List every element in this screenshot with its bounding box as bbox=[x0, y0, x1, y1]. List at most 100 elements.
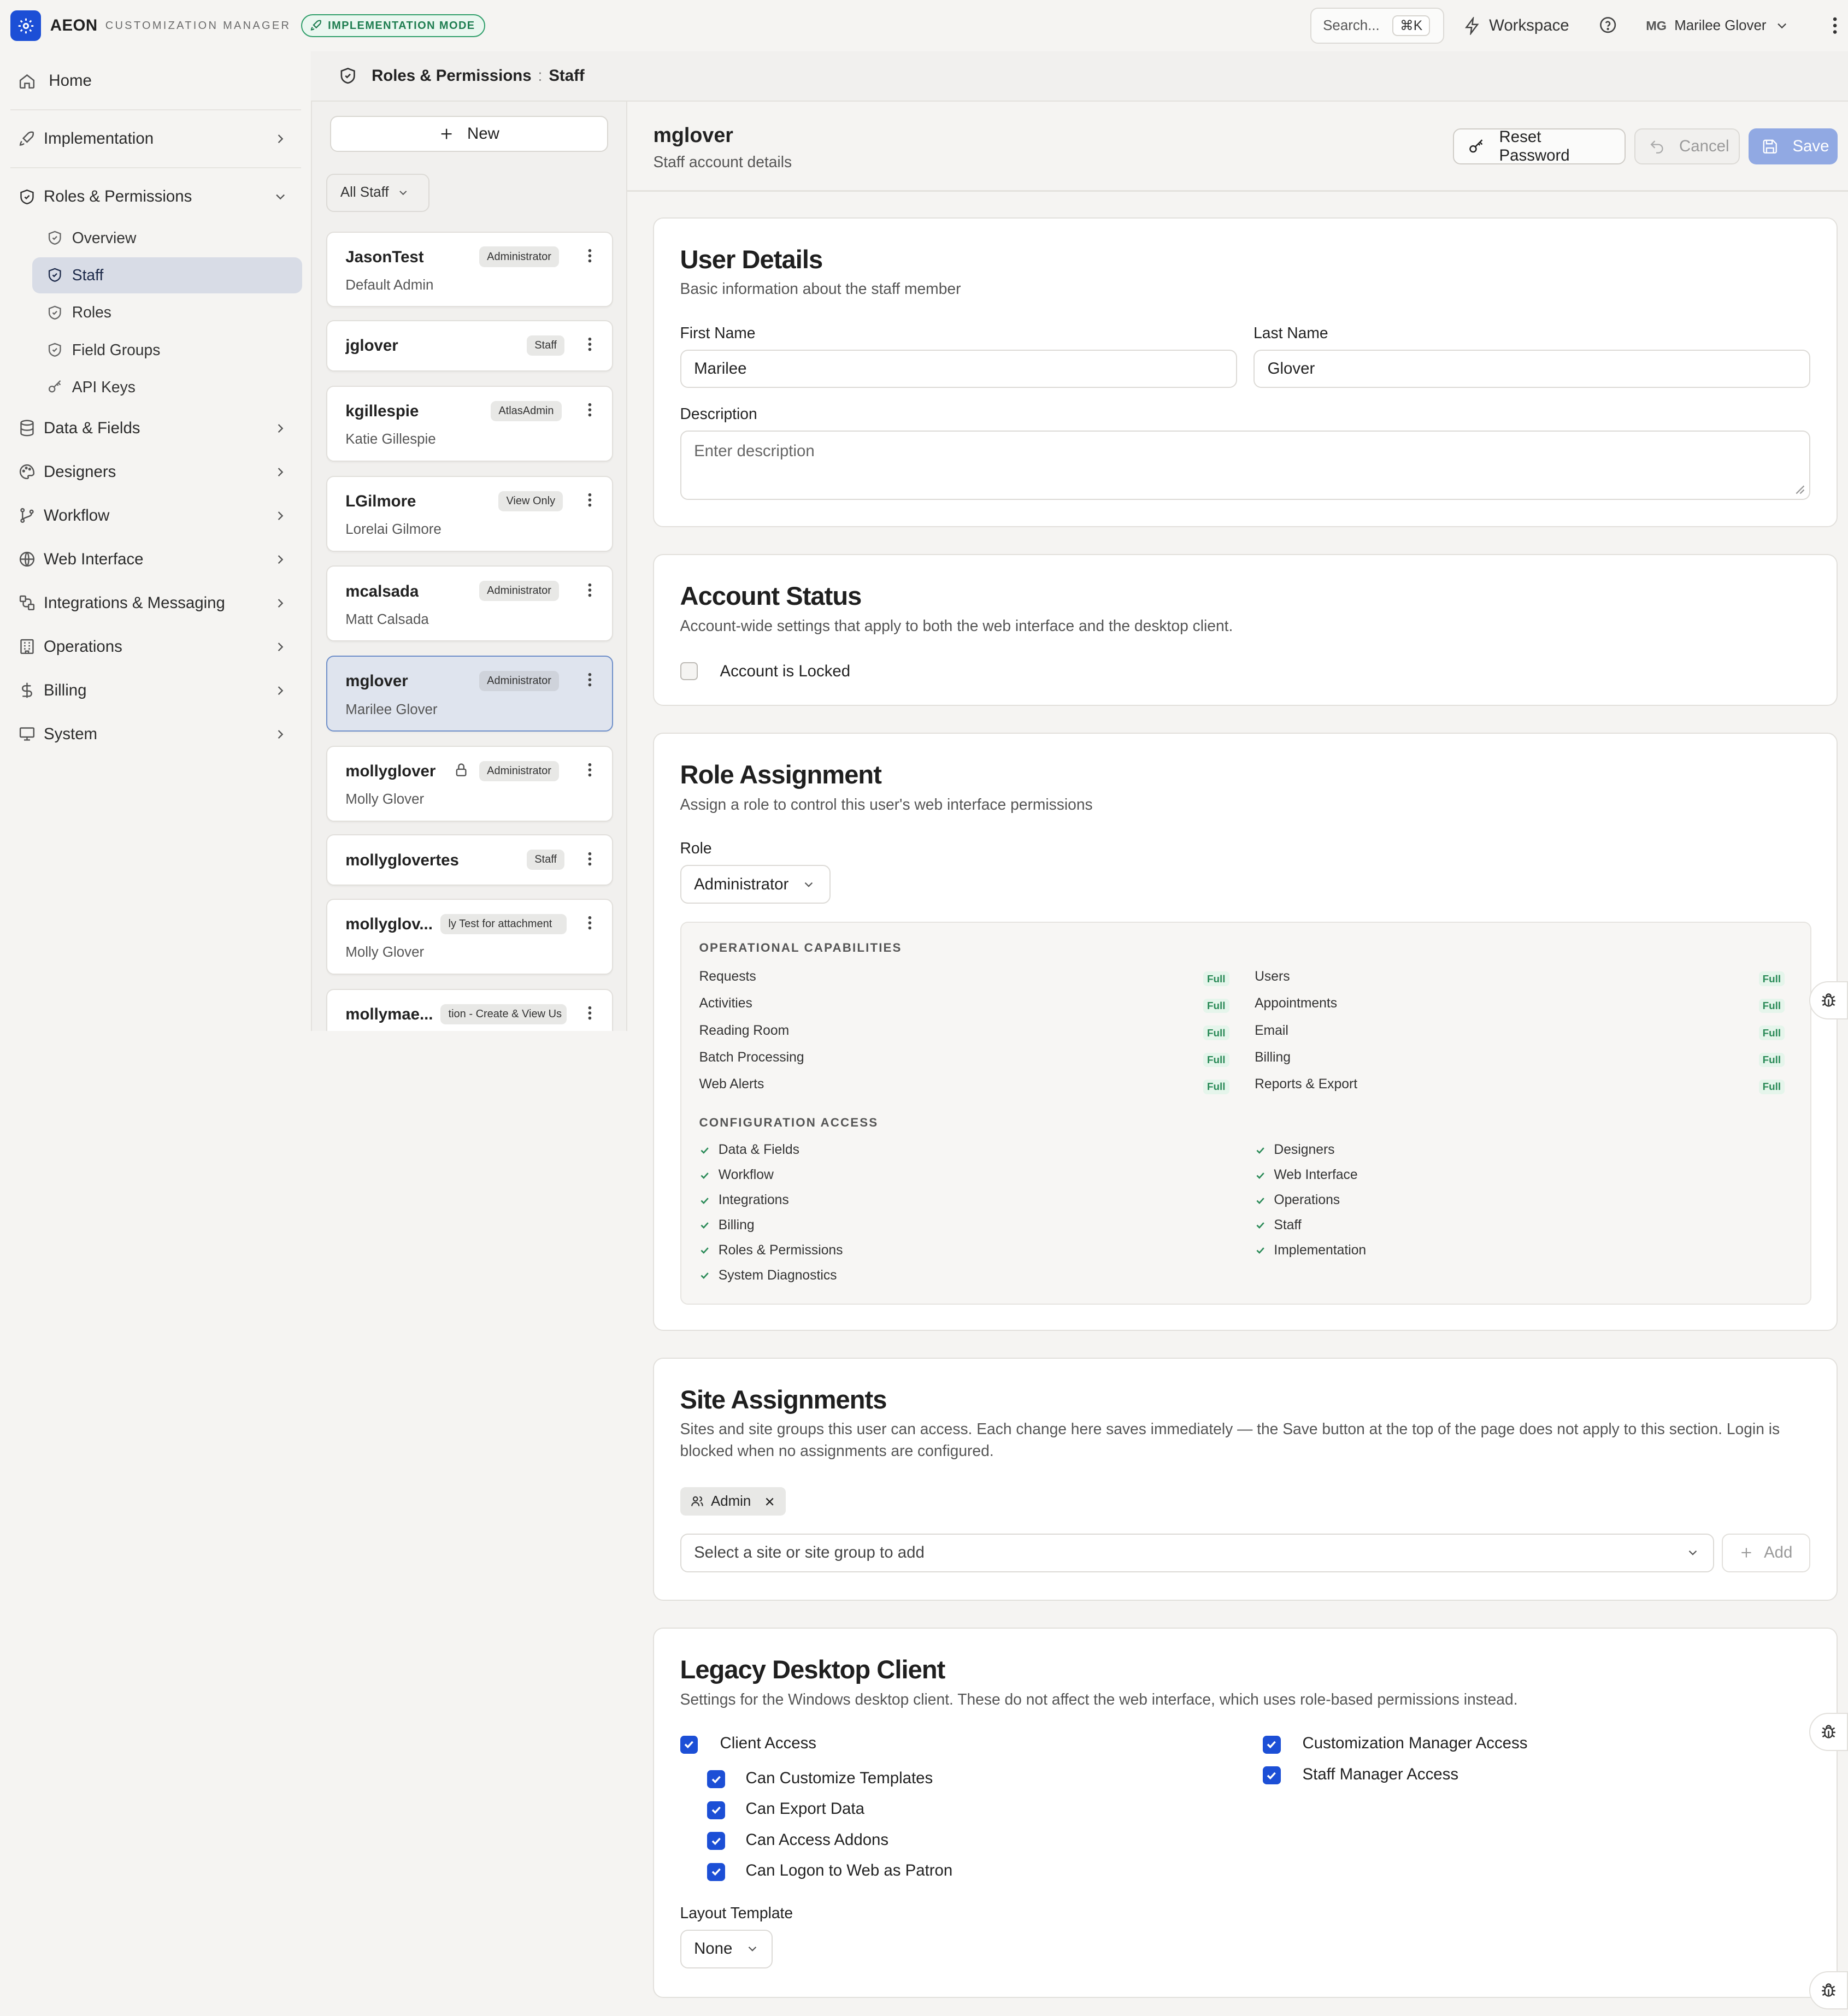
can-logon-web-patron-checkbox[interactable] bbox=[707, 1862, 725, 1881]
save-button[interactable]: Save bbox=[1749, 128, 1838, 165]
more-vertical-icon[interactable] bbox=[585, 851, 595, 866]
capability-level-badge: Full bbox=[1758, 1080, 1785, 1094]
staff-username: mollyglover bbox=[345, 762, 436, 781]
user-menu[interactable]: MG Marilee Glover bbox=[1646, 10, 1790, 41]
layout-template-select[interactable]: None bbox=[680, 1929, 773, 1968]
search-button[interactable]: Search... ⌘K bbox=[1310, 8, 1444, 44]
sidebar-item-overview[interactable]: Overview bbox=[32, 220, 302, 256]
operational-capability-name: Batch Processing bbox=[699, 1050, 804, 1065]
legacy-client-panel: Legacy Desktop Client Settings for the W… bbox=[653, 1628, 1838, 1999]
new-staff-button[interactable]: New bbox=[330, 115, 608, 152]
staff-username: mollymae... bbox=[345, 1005, 433, 1023]
role-select[interactable]: Administrator bbox=[680, 865, 831, 904]
app-logo[interactable] bbox=[10, 10, 42, 42]
site-assignments-panel: Site Assignments Sites and site groups t… bbox=[653, 1358, 1838, 1601]
sidebar-item-data-fields[interactable]: Data & Fields bbox=[0, 409, 311, 447]
operational-capability-name: Users bbox=[1255, 969, 1290, 984]
staff-filter-select[interactable]: All Staff bbox=[326, 173, 429, 213]
staff-card[interactable]: mollyglover Administrator Molly Glover bbox=[326, 745, 614, 822]
help-icon[interactable] bbox=[1598, 15, 1617, 34]
sidebar-item-label: Billing bbox=[44, 681, 87, 699]
save-icon bbox=[1762, 138, 1779, 155]
staff-card[interactable]: mcalsada Administrator Matt Calsada bbox=[326, 565, 614, 642]
operational-capability-name: Billing bbox=[1255, 1050, 1291, 1065]
chevron-right-icon bbox=[273, 683, 288, 698]
sidebar-item-system[interactable]: System bbox=[0, 715, 311, 753]
can-customize-templates-checkbox[interactable] bbox=[707, 1770, 725, 1789]
can-access-addons-label: Can Access Addons bbox=[745, 1830, 889, 1849]
customization-manager-access-checkbox[interactable] bbox=[1262, 1735, 1281, 1754]
more-vertical-icon[interactable] bbox=[585, 762, 595, 777]
staff-username: mollyglov... bbox=[345, 915, 433, 934]
configuration-access-item: Roles & Permissions bbox=[699, 1243, 843, 1258]
more-vertical-icon[interactable] bbox=[585, 672, 595, 687]
sidebar-item-workflow[interactable]: Workflow bbox=[0, 496, 311, 535]
section-description: Basic information about the staff member bbox=[680, 279, 961, 297]
staff-card[interactable]: LGilmore View Only Lorelai Gilmore bbox=[326, 475, 614, 552]
staff-card[interactable]: JasonTest Administrator Default Admin bbox=[326, 231, 614, 308]
more-vertical-icon[interactable] bbox=[585, 582, 595, 598]
can-export-data-checkbox[interactable] bbox=[707, 1801, 725, 1819]
close-icon[interactable] bbox=[764, 1496, 775, 1507]
sidebar-item-roles[interactable]: Roles bbox=[32, 294, 302, 331]
more-vertical-icon[interactable] bbox=[585, 337, 595, 352]
more-vertical-icon[interactable] bbox=[585, 248, 595, 263]
sidebar-item-integrations[interactable]: Integrations & Messaging bbox=[0, 583, 311, 622]
chevron-right-icon bbox=[273, 727, 288, 742]
sidebar-item-designers[interactable]: Designers bbox=[0, 452, 311, 491]
user-name: Marilee Glover bbox=[1674, 17, 1767, 33]
description-field[interactable]: Enter description bbox=[680, 430, 1811, 500]
rocket-icon bbox=[310, 19, 323, 32]
role-label: Role bbox=[680, 839, 712, 857]
sidebar-item-roles-permissions[interactable]: Roles & Permissions bbox=[0, 178, 311, 216]
staff-card[interactable]: mollyglov... ly Test for attachment Moll… bbox=[326, 898, 614, 975]
can-access-addons-checkbox[interactable] bbox=[707, 1832, 725, 1850]
sidebar-item-implementation[interactable]: Implementation bbox=[0, 120, 311, 158]
add-site-button[interactable]: Add bbox=[1721, 1534, 1811, 1572]
first-name-value: Marilee bbox=[694, 359, 747, 378]
sidebar-item-operations[interactable]: Operations bbox=[0, 627, 311, 666]
staff-card[interactable]: kgillespie AtlasAdmin Katie Gillespie bbox=[326, 385, 614, 462]
site-select[interactable]: Select a site or site group to add bbox=[680, 1534, 1714, 1572]
bug-icon[interactable] bbox=[1809, 1712, 1848, 1752]
more-vertical-icon[interactable] bbox=[585, 492, 595, 508]
check-icon bbox=[1256, 1222, 1264, 1229]
implementation-mode-label: IMPLEMENTATION MODE bbox=[328, 19, 475, 32]
more-vertical-icon[interactable] bbox=[585, 1005, 595, 1021]
account-locked-checkbox[interactable] bbox=[680, 662, 698, 680]
customization-manager-access-label: Customization Manager Access bbox=[1302, 1734, 1528, 1753]
role-badge: Administrator bbox=[479, 246, 560, 267]
first-name-field[interactable]: Marilee bbox=[680, 349, 1237, 388]
operational-capability-name: Email bbox=[1255, 1023, 1288, 1038]
more-vertical-icon[interactable] bbox=[1827, 15, 1843, 36]
bug-icon[interactable] bbox=[1809, 1971, 1848, 2010]
cancel-button[interactable]: Cancel bbox=[1634, 128, 1740, 165]
breadcrumb-section[interactable]: Roles & Permissions bbox=[372, 67, 532, 85]
resize-handle-icon[interactable] bbox=[1795, 485, 1805, 495]
operational-capability-name: Web Alerts bbox=[699, 1077, 764, 1092]
client-access-checkbox[interactable] bbox=[680, 1735, 698, 1754]
cancel-label: Cancel bbox=[1679, 137, 1729, 156]
configuration-access-label: Implementation bbox=[1274, 1242, 1367, 1258]
reset-password-button[interactable]: Reset Password bbox=[1453, 128, 1626, 164]
breadcrumb-separator: : bbox=[538, 67, 543, 85]
staff-manager-access-checkbox[interactable] bbox=[1262, 1766, 1281, 1784]
staff-card-selected[interactable]: mglover Administrator Marilee Glover bbox=[326, 656, 614, 732]
staff-card[interactable]: mollyglovertes Staff bbox=[326, 834, 614, 886]
staff-card[interactable]: jglover Staff bbox=[326, 320, 614, 372]
sidebar-item-api-keys[interactable]: API Keys bbox=[32, 369, 302, 405]
more-vertical-icon[interactable] bbox=[585, 915, 595, 930]
implementation-mode-badge[interactable]: IMPLEMENTATION MODE bbox=[301, 14, 486, 37]
sidebar-item-billing[interactable]: Billing bbox=[0, 671, 311, 710]
workspace-label: Workspace bbox=[1489, 16, 1569, 35]
sidebar-item-field-groups[interactable]: Field Groups bbox=[32, 332, 302, 368]
bug-icon[interactable] bbox=[1809, 981, 1848, 1020]
last-name-field[interactable]: Glover bbox=[1253, 349, 1811, 388]
sidebar-item-home[interactable]: Home bbox=[0, 62, 311, 101]
workspace-button[interactable]: Workspace bbox=[1463, 10, 1569, 41]
staff-card[interactable]: mollymae... tion - Create & View Us bbox=[326, 988, 614, 1031]
more-vertical-icon[interactable] bbox=[585, 402, 595, 417]
sidebar-item-staff[interactable]: Staff bbox=[32, 257, 303, 293]
description-placeholder: Enter description bbox=[694, 441, 815, 460]
sidebar-item-web-interface[interactable]: Web Interface bbox=[0, 540, 311, 579]
